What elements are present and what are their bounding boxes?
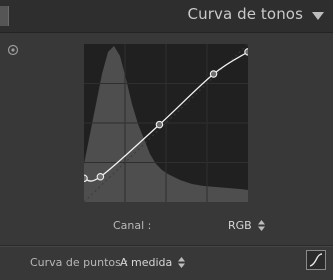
point-curve-label: Curva de puntos : xyxy=(30,256,129,269)
target-adjustment-icon[interactable] xyxy=(7,41,19,56)
point-curve-edit-icon[interactable] xyxy=(306,250,326,270)
channel-value: RGB xyxy=(228,218,252,232)
channel-label: Canal : xyxy=(113,219,152,232)
updown-arrows-icon xyxy=(178,256,186,268)
curve-control-point[interactable] xyxy=(84,174,88,183)
section-divider-highlight xyxy=(0,246,333,247)
channel-select[interactable]: RGB xyxy=(228,217,265,233)
curve-control-point[interactable] xyxy=(209,70,218,78)
tone-curve-panel: Curva de tonos Canal: RGB Curva de punt… xyxy=(0,0,333,280)
updown-arrows-icon xyxy=(257,219,265,231)
header-edge-marker xyxy=(0,6,9,26)
point-curve-value: A medida xyxy=(120,255,173,269)
curve-control-point[interactable] xyxy=(155,120,164,129)
point-curve-select[interactable]: A medida xyxy=(120,254,186,270)
tone-curve-graph[interactable] xyxy=(84,44,248,202)
panel-header[interactable]: Curva de tonos xyxy=(0,0,333,33)
curve-control-point[interactable] xyxy=(96,172,105,181)
panel-title: Curva de tonos xyxy=(187,5,303,23)
collapse-triangle-icon[interactable] xyxy=(309,8,327,24)
curve-control-point[interactable] xyxy=(244,48,248,56)
